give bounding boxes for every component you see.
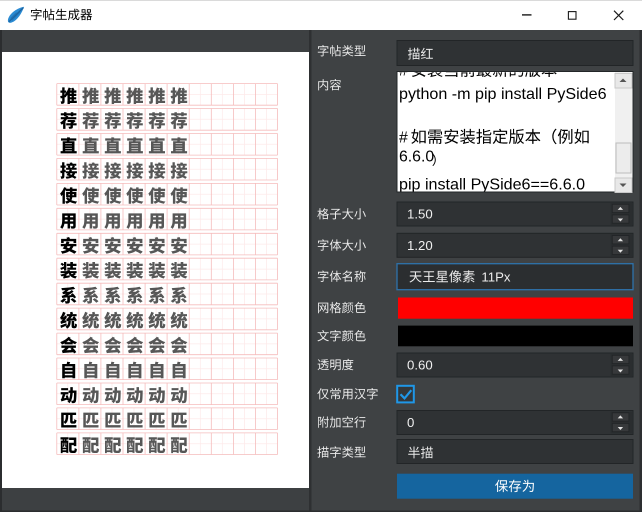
svg-text:0: 0 — [407, 415, 414, 430]
svg-text:0.60: 0.60 — [407, 358, 433, 373]
svg-text:1.50: 1.50 — [407, 207, 433, 222]
svg-text:#: # — [399, 130, 408, 147]
svg-text:python -m pip install PySide6: python -m pip install PySide6 — [399, 85, 607, 103]
svg-text:6.6.0: 6.6.0 — [399, 149, 434, 166]
svg-text:1.20: 1.20 — [407, 238, 433, 253]
svg-text:pip install PySide6==6.6.0: pip install PySide6==6.6.0 — [399, 176, 585, 194]
svg-text:11Px: 11Px — [481, 270, 510, 285]
